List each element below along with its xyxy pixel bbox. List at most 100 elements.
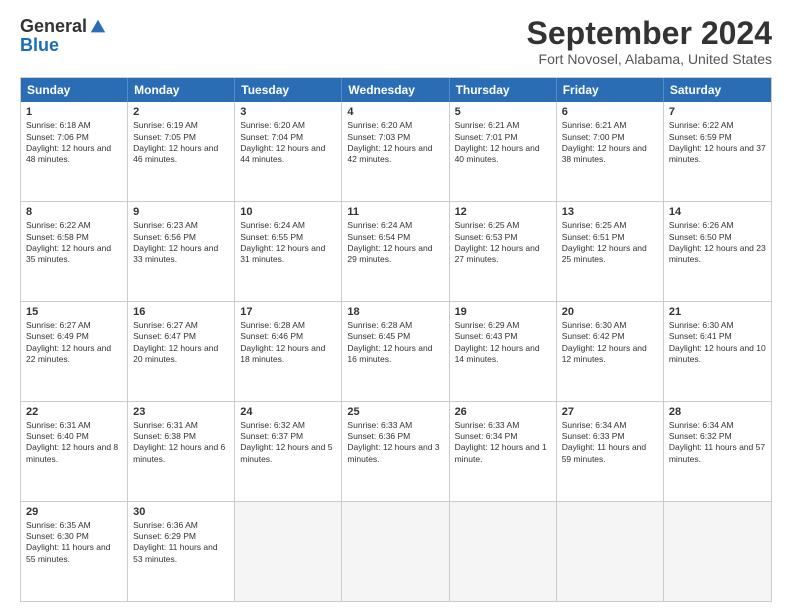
location-title: Fort Novosel, Alabama, United States: [527, 51, 772, 67]
sunset-text: Sunset: 6:50 PM: [669, 232, 732, 242]
title-section: September 2024 Fort Novosel, Alabama, Un…: [527, 16, 772, 67]
calendar-cell-1-6: 6Sunrise: 6:21 AMSunset: 7:00 PMDaylight…: [557, 102, 664, 201]
header-saturday: Saturday: [664, 78, 771, 102]
sunrise-text: Sunrise: 6:28 AM: [347, 320, 412, 330]
sunrise-text: Sunrise: 6:27 AM: [26, 320, 91, 330]
calendar-cell-2-6: 13Sunrise: 6:25 AMSunset: 6:51 PMDayligh…: [557, 202, 664, 301]
sunrise-text: Sunrise: 6:30 AM: [562, 320, 627, 330]
sunrise-text: Sunrise: 6:22 AM: [26, 220, 91, 230]
daylight-text: Daylight: 12 hours and 31 minutes.: [240, 243, 325, 264]
daylight-text: Daylight: 12 hours and 10 minutes.: [669, 343, 766, 364]
calendar-cell-4-7: 28Sunrise: 6:34 AMSunset: 6:32 PMDayligh…: [664, 402, 771, 501]
calendar-cell-3-7: 21Sunrise: 6:30 AMSunset: 6:41 PM Dayligh…: [664, 302, 771, 401]
calendar-cell-3-1: 15Sunrise: 6:27 AMSunset: 6:49 PMDayligh…: [21, 302, 128, 401]
daylight-text: Daylight: 12 hours and 33 minutes.: [133, 243, 218, 264]
daylight-text: Daylight: 12 hours and 25 minutes.: [562, 243, 647, 264]
day-number: 6: [562, 105, 658, 119]
sunrise-text: Sunrise: 6:23 AM: [133, 220, 198, 230]
daylight-text: Daylight: 12 hours and 14 minutes.: [455, 343, 540, 364]
sunset-text: Sunset: 7:01 PM: [455, 132, 518, 142]
sunrise-text: Sunrise: 6:19 AM: [133, 120, 198, 130]
sunrise-text: Sunrise: 6:31 AM: [26, 420, 91, 430]
daylight-text: Daylight: 12 hours and 44 minutes.: [240, 143, 325, 164]
sunset-text: Sunset: 6:34 PM: [455, 431, 518, 441]
day-number: 16: [133, 305, 229, 319]
sunrise-text: Sunrise: 6:20 AM: [240, 120, 305, 130]
day-number: 25: [347, 405, 443, 419]
day-number: 27: [562, 405, 658, 419]
daylight-text: Daylight: 12 hours and 35 minutes.: [26, 243, 111, 264]
header-tuesday: Tuesday: [235, 78, 342, 102]
sunrise-text: Sunrise: 6:33 AM: [347, 420, 412, 430]
daylight-text: Daylight: 11 hours and 53 minutes.: [133, 542, 217, 563]
day-number: 26: [455, 405, 551, 419]
day-number: 4: [347, 105, 443, 119]
calendar-row-3: 15Sunrise: 6:27 AMSunset: 6:49 PMDayligh…: [21, 302, 771, 402]
day-number: 20: [562, 305, 658, 319]
month-title: September 2024: [527, 16, 772, 51]
day-number: 30: [133, 505, 229, 519]
sunset-text: Sunset: 6:47 PM: [133, 331, 196, 341]
sunrise-text: Sunrise: 6:22 AM: [669, 120, 734, 130]
sunrise-text: Sunrise: 6:32 AM: [240, 420, 305, 430]
header-monday: Monday: [128, 78, 235, 102]
calendar-cell-4-3: 24Sunrise: 6:32 AMSunset: 6:37 PMDayligh…: [235, 402, 342, 501]
daylight-text: Daylight: 12 hours and 27 minutes.: [455, 243, 540, 264]
sunrise-text: Sunrise: 6:26 AM: [669, 220, 734, 230]
day-number: 2: [133, 105, 229, 119]
sunset-text: Sunset: 6:29 PM: [133, 531, 196, 541]
sunrise-text: Sunrise: 6:30 AM: [669, 320, 734, 330]
sunrise-text: Sunrise: 6:34 AM: [562, 420, 627, 430]
calendar-row-1: 1Sunrise: 6:18 AMSunset: 7:06 PMDaylight…: [21, 102, 771, 202]
calendar-cell-2-2: 9Sunrise: 6:23 AMSunset: 6:56 PMDaylight…: [128, 202, 235, 301]
sunset-text: Sunset: 6:54 PM: [347, 232, 410, 242]
day-number: 21: [669, 305, 766, 319]
calendar-cell-2-4: 11Sunrise: 6:24 AMSunset: 6:54 PMDayligh…: [342, 202, 449, 301]
daylight-text: Daylight: 11 hours and 55 minutes.: [26, 542, 110, 563]
logo-icon: [89, 18, 107, 36]
calendar-cell-1-7: 7Sunrise: 6:22 AMSunset: 6:59 PMDaylight…: [664, 102, 771, 201]
day-number: 11: [347, 205, 443, 219]
sunrise-text: Sunrise: 6:35 AM: [26, 520, 91, 530]
sunrise-text: Sunrise: 6:20 AM: [347, 120, 412, 130]
daylight-text: Daylight: 12 hours and 12 minutes.: [562, 343, 647, 364]
daylight-text: Daylight: 12 hours and 23 minutes.: [669, 243, 766, 264]
daylight-text: Daylight: 12 hours and 18 minutes.: [240, 343, 325, 364]
logo-blue-text: Blue: [20, 35, 59, 55]
daylight-text: Daylight: 12 hours and 29 minutes.: [347, 243, 432, 264]
calendar-cell-1-1: 1Sunrise: 6:18 AMSunset: 7:06 PMDaylight…: [21, 102, 128, 201]
calendar-cell-3-2: 16Sunrise: 6:27 AMSunset: 6:47 PMDayligh…: [128, 302, 235, 401]
sunset-text: Sunset: 6:59 PM: [669, 132, 732, 142]
day-number: 1: [26, 105, 122, 119]
sunset-text: Sunset: 6:42 PM: [562, 331, 625, 341]
calendar-cell-3-4: 18Sunrise: 6:28 AMSunset: 6:45 PMDayligh…: [342, 302, 449, 401]
sunset-text: Sunset: 6:33 PM: [562, 431, 625, 441]
header-friday: Friday: [557, 78, 664, 102]
sunrise-text: Sunrise: 6:28 AM: [240, 320, 305, 330]
day-number: 19: [455, 305, 551, 319]
sunset-text: Sunset: 7:03 PM: [347, 132, 410, 142]
sunset-text: Sunset: 6:36 PM: [347, 431, 410, 441]
calendar-cell-2-1: 8Sunrise: 6:22 AMSunset: 6:58 PMDaylight…: [21, 202, 128, 301]
day-number: 17: [240, 305, 336, 319]
calendar-cell-5-4: [342, 502, 449, 601]
sunset-text: Sunset: 6:56 PM: [133, 232, 196, 242]
page: General Blue September 2024 Fort Novosel…: [0, 0, 792, 612]
sunrise-text: Sunrise: 6:36 AM: [133, 520, 198, 530]
header-sunday: Sunday: [21, 78, 128, 102]
sunset-text: Sunset: 7:05 PM: [133, 132, 196, 142]
sunrise-text: Sunrise: 6:31 AM: [133, 420, 198, 430]
sunset-text: Sunset: 6:32 PM: [669, 431, 732, 441]
daylight-text: Daylight: 12 hours and 3 minutes.: [347, 442, 439, 463]
day-number: 7: [669, 105, 766, 119]
daylight-text: Daylight: 12 hours and 1 minute.: [455, 442, 547, 463]
sunrise-text: Sunrise: 6:25 AM: [562, 220, 627, 230]
day-number: 22: [26, 405, 122, 419]
calendar-cell-4-5: 26Sunrise: 6:33 AMSunset: 6:34 PMDayligh…: [450, 402, 557, 501]
calendar-cell-1-3: 3Sunrise: 6:20 AMSunset: 7:04 PMDaylight…: [235, 102, 342, 201]
sunset-text: Sunset: 6:41 PM: [669, 331, 732, 341]
logo: General Blue: [20, 16, 107, 56]
daylight-text: Daylight: 12 hours and 16 minutes.: [347, 343, 432, 364]
daylight-text: Daylight: 12 hours and 46 minutes.: [133, 143, 218, 164]
calendar-body: 1Sunrise: 6:18 AMSunset: 7:06 PMDaylight…: [21, 102, 771, 601]
